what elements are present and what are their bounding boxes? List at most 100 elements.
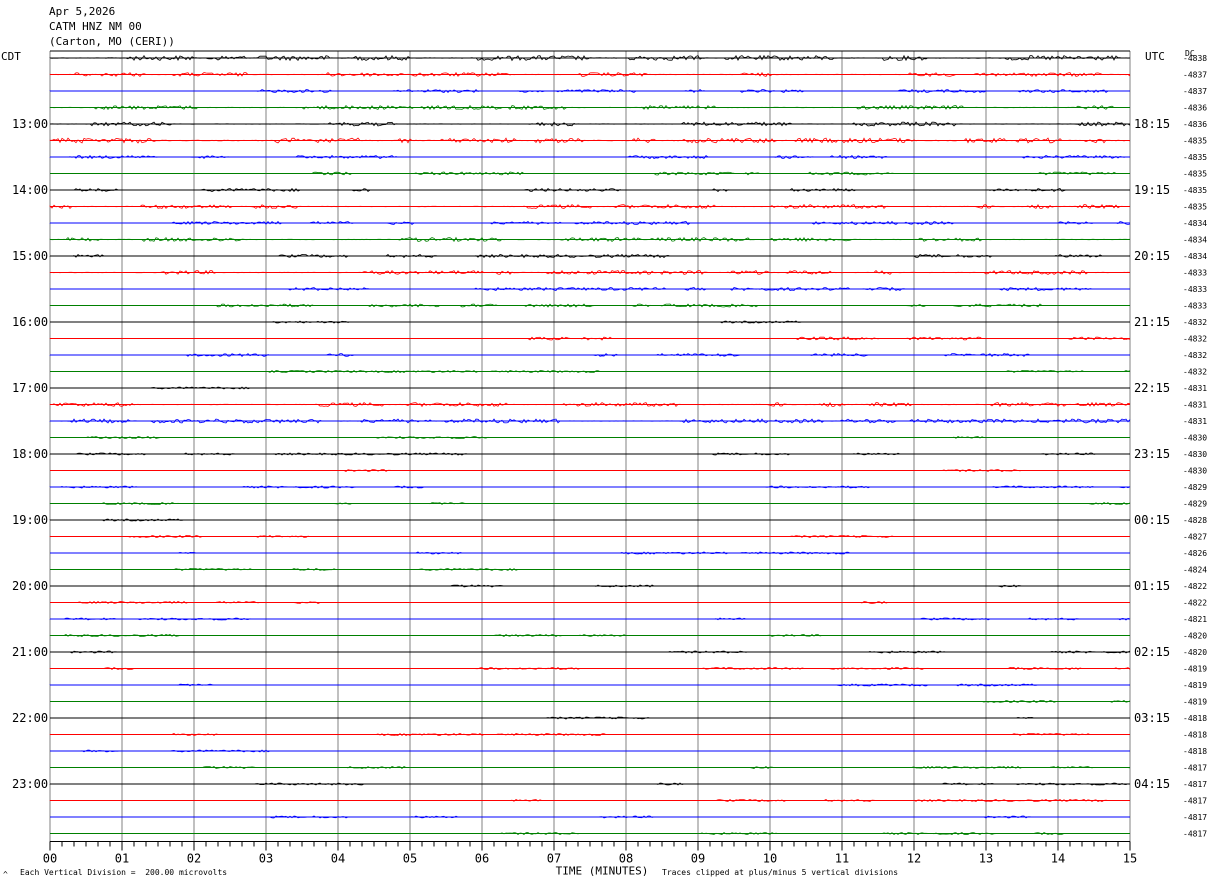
x-axis-label: TIME (MINUTES) bbox=[556, 865, 649, 878]
dc-offset-label: -4828 bbox=[1183, 516, 1207, 525]
x-tick-label: 09 bbox=[691, 852, 705, 866]
dc-offset-label: -4835 bbox=[1183, 203, 1207, 212]
dc-offset-label: -4819 bbox=[1183, 681, 1207, 690]
dc-offset-label: -4821 bbox=[1183, 615, 1207, 624]
helicorder-plot: -4838 -4837 -4837 -4836 -4836 -4835 -4835 -4835… bbox=[12, 50, 1207, 878]
dc-offset-label: -4834 bbox=[1183, 252, 1207, 261]
seismic-trace bbox=[49, 104, 1131, 111]
seismic-trace bbox=[50, 171, 1130, 176]
seismic-trace bbox=[49, 220, 1131, 226]
x-tick-label: 02 bbox=[187, 852, 201, 866]
dc-offset-label: -4838 bbox=[1183, 54, 1207, 63]
seismic-trace bbox=[49, 336, 1131, 341]
dc-offset-label: -4836 bbox=[1183, 104, 1207, 113]
dc-offset-label: -4835 bbox=[1183, 137, 1207, 146]
x-tick-label: 08 bbox=[619, 852, 633, 866]
dc-offset-label: -4819 bbox=[1183, 665, 1207, 674]
seismic-trace bbox=[49, 534, 1131, 538]
dc-offset-label: -4817 bbox=[1183, 797, 1207, 806]
cdt-hour-label: 23:00 bbox=[12, 777, 48, 791]
cdt-hour-label: 14:00 bbox=[12, 183, 48, 197]
utc-hour-label: 22:15 bbox=[1134, 381, 1170, 395]
seismic-trace bbox=[49, 600, 1131, 605]
seismic-trace bbox=[49, 485, 1131, 489]
seismic-trace bbox=[50, 551, 1131, 555]
dc-offset-label: -4830 bbox=[1183, 467, 1207, 476]
seismic-trace bbox=[49, 502, 1131, 505]
x-tick-label: 01 bbox=[115, 852, 129, 866]
clip-note: Traces clipped at plus/minus 5 vertical … bbox=[662, 868, 899, 877]
x-tick-label: 05 bbox=[403, 852, 417, 866]
x-tick-label: 12 bbox=[907, 852, 921, 866]
dc-offset-label: -4826 bbox=[1183, 549, 1207, 558]
dc-offset-label: -4829 bbox=[1183, 483, 1207, 492]
cdt-hour-label: 17:00 bbox=[12, 381, 48, 395]
dc-offset-label: -4835 bbox=[1183, 170, 1207, 179]
dc-offset-label: -4822 bbox=[1183, 599, 1207, 608]
dc-offset-label: -4818 bbox=[1183, 714, 1207, 723]
x-tick-label: 13 bbox=[979, 852, 993, 866]
seismic-trace bbox=[49, 732, 1130, 737]
utc-hour-label: 19:15 bbox=[1134, 183, 1170, 197]
cdt-hour-label: 16:00 bbox=[12, 315, 48, 329]
seismic-trace bbox=[49, 666, 1131, 671]
x-tick-label: 06 bbox=[475, 852, 489, 866]
utc-hour-label: 04:15 bbox=[1134, 777, 1170, 791]
dc-offset-label: -4831 bbox=[1183, 417, 1207, 426]
dc-offset-label: -4835 bbox=[1183, 186, 1207, 195]
cdt-hour-label: 15:00 bbox=[12, 249, 48, 263]
seismic-trace bbox=[49, 782, 1131, 786]
dc-offset-label: -4819 bbox=[1183, 698, 1207, 707]
seismic-trace bbox=[49, 518, 1131, 522]
cdt-hour-label: 22:00 bbox=[12, 711, 48, 725]
cdt-hour-label: 19:00 bbox=[12, 513, 48, 527]
x-tick-label: 00 bbox=[43, 852, 57, 866]
dc-offset-label: -4822 bbox=[1183, 582, 1207, 591]
dc-offset-label: -4834 bbox=[1183, 236, 1207, 245]
utc-hour-label: 18:15 bbox=[1134, 117, 1170, 131]
x-tick-label: 03 bbox=[259, 852, 273, 866]
dc-offset-label: -4817 bbox=[1183, 830, 1207, 839]
dc-offset-label: -4820 bbox=[1183, 632, 1207, 641]
dc-offset-label: -4832 bbox=[1183, 318, 1207, 327]
dc-offset-label: -4830 bbox=[1183, 450, 1207, 459]
dc-offset-label: -4817 bbox=[1183, 813, 1207, 822]
utc-hour-label: 03:15 bbox=[1134, 711, 1170, 725]
dc-offset-label: -4830 bbox=[1183, 434, 1207, 443]
dc-offset-label: -4829 bbox=[1183, 500, 1207, 509]
dc-offset-label: -4832 bbox=[1183, 335, 1207, 344]
seismic-trace bbox=[49, 121, 1131, 127]
x-tick-label: 07 bbox=[547, 852, 561, 866]
cdt-hour-label: 13:00 bbox=[12, 117, 48, 131]
x-tick-label: 10 bbox=[763, 852, 777, 866]
seismic-trace bbox=[50, 650, 1131, 654]
dc-offset-label: -4817 bbox=[1183, 780, 1207, 789]
dc-offset-label: -4837 bbox=[1183, 87, 1207, 96]
scale-note: Each Vertical Division = 200.00 microvol… bbox=[20, 868, 228, 877]
dc-offset-label: -4827 bbox=[1183, 533, 1207, 542]
seismic-trace bbox=[50, 320, 1131, 324]
seismic-trace bbox=[49, 798, 1130, 803]
dc-offset-label: -4836 bbox=[1183, 120, 1207, 129]
utc-hour-label: 01:15 bbox=[1134, 579, 1170, 593]
dc-offset-label: -4833 bbox=[1183, 302, 1207, 311]
seismic-trace bbox=[49, 286, 1130, 292]
x-tick-label: 15 bbox=[1123, 852, 1137, 866]
dc-offset-label: -4832 bbox=[1183, 368, 1207, 377]
seismic-trace bbox=[50, 584, 1130, 588]
utc-hour-label: 20:15 bbox=[1134, 249, 1170, 263]
dc-offset-label: -4820 bbox=[1183, 648, 1207, 657]
dc-offset-label: -4835 bbox=[1183, 153, 1207, 162]
seismic-trace bbox=[50, 699, 1131, 703]
dc-offset-label: -4831 bbox=[1183, 384, 1207, 393]
dc-offset-label: -4833 bbox=[1183, 285, 1207, 294]
dc-offset-label: -4833 bbox=[1183, 269, 1207, 278]
cdt-hour-label: 21:00 bbox=[12, 645, 48, 659]
x-tick-label: 14 bbox=[1051, 852, 1065, 866]
utc-hour-label: 23:15 bbox=[1134, 447, 1170, 461]
x-tick-label: 11 bbox=[835, 852, 849, 866]
dc-offset-label: -4818 bbox=[1183, 731, 1207, 740]
utc-hour-label: 02:15 bbox=[1134, 645, 1170, 659]
corner-mark: ^ bbox=[3, 870, 8, 879]
cdt-hour-label: 20:00 bbox=[12, 579, 48, 593]
